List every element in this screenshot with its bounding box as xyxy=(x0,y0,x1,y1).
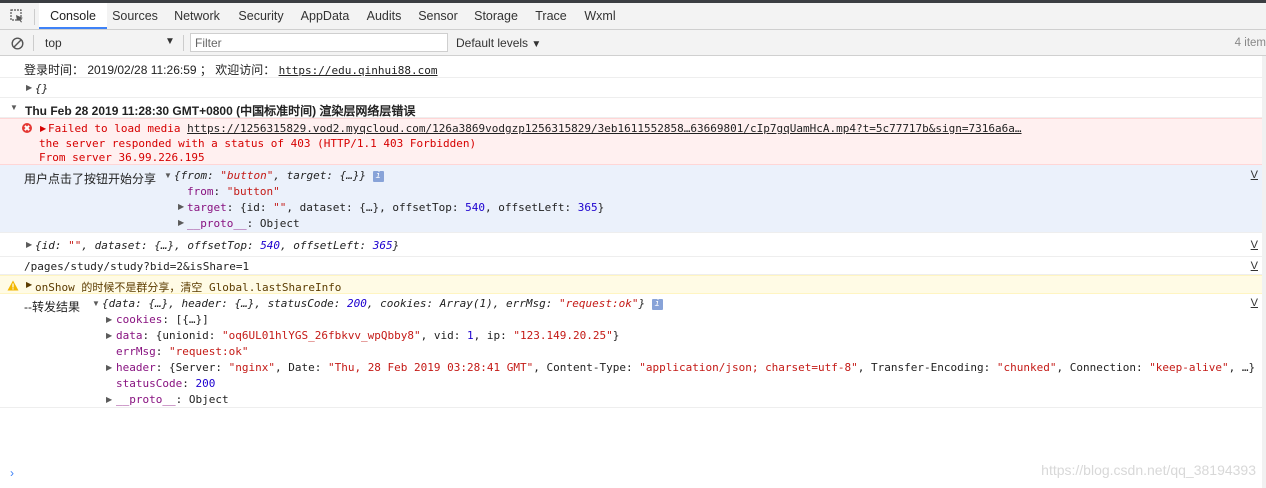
source-link[interactable]: V xyxy=(1251,239,1258,251)
site-link[interactable]: https://edu.qinhui88.com xyxy=(279,64,438,77)
prop-proto[interactable]: __proto__: Object xyxy=(116,393,229,406)
prop-errmsg: errMsg: "request:ok" xyxy=(116,345,249,358)
prop-target[interactable]: target: {id: "", dataset: {…}, offsetTop… xyxy=(187,201,604,214)
tab-separator xyxy=(34,9,35,25)
tab-wxml[interactable]: Wxml xyxy=(579,3,621,29)
expand-triangle-icon[interactable]: ▶ xyxy=(178,218,184,227)
tab-appdata[interactable]: AppData xyxy=(296,3,354,29)
collapse-triangle-icon[interactable]: ▼ xyxy=(92,299,100,308)
expand-triangle-icon[interactable]: ▶ xyxy=(26,83,32,92)
error-line-1: Failed to load media https://1256315829.… xyxy=(48,122,1022,135)
expand-triangle-icon[interactable]: ▶ xyxy=(178,202,184,211)
log-levels-label: Default levels xyxy=(456,36,529,50)
empty-object[interactable]: {} xyxy=(35,82,48,95)
share-event-object[interactable]: {from: "button", target: {…}} i xyxy=(174,169,384,182)
dropdown-arrow-icon: ▼ xyxy=(165,36,175,47)
log-message: /pages/study/study?bid=2&isShare=1 V xyxy=(0,257,1262,275)
console-messages: 登录时间： 2019/02/28 11:26:59 ； 欢迎访问： https:… xyxy=(0,56,1266,488)
console-prompt[interactable]: › xyxy=(10,466,14,480)
context-value: top xyxy=(45,36,62,50)
tab-console[interactable]: Console xyxy=(39,3,107,29)
context-selector[interactable]: top ▼ xyxy=(38,30,178,55)
log-message: ▶ {id: "", dataset: {…}, offsetTop: 540,… xyxy=(0,233,1262,257)
toolbar-separator xyxy=(183,35,184,51)
collapse-triangle-icon[interactable]: ▼ xyxy=(164,171,172,180)
toolbar-separator xyxy=(33,35,34,51)
page-path: /pages/study/study?bid=2&isShare=1 xyxy=(24,260,250,273)
prop-statuscode: statusCode: 200 xyxy=(116,377,216,390)
tab-sources[interactable]: Sources xyxy=(108,3,162,29)
clear-console-icon[interactable] xyxy=(11,37,24,50)
expand-triangle-icon[interactable]: ▶ xyxy=(40,124,46,133)
log-levels-dropdown[interactable]: Default levels ▼ xyxy=(456,36,541,50)
login-text: 登录时间： 2019/02/28 11:26:59 ； 欢迎访问： xyxy=(24,63,279,77)
expand-triangle-icon[interactable]: ▶ xyxy=(106,363,112,372)
expand-triangle-icon[interactable]: ▶ xyxy=(106,395,112,404)
log-message: 用户点击了按钮开始分享 ▼ {from: "button", target: {… xyxy=(0,165,1262,233)
forward-label: --转发结果 xyxy=(24,300,80,314)
tab-trace[interactable]: Trace xyxy=(531,3,571,29)
log-message: 登录时间： 2019/02/28 11:26:59 ； 欢迎访问： https:… xyxy=(0,56,1262,78)
error-line-3: From server 36.99.226.195 xyxy=(39,151,205,164)
expand-triangle-icon[interactable]: ▶ xyxy=(26,240,32,249)
log-message: --转发结果 ▼ {data: {…}, header: {…}, status… xyxy=(0,294,1262,408)
info-icon: i xyxy=(651,298,663,310)
error-prefix: Failed to load media xyxy=(48,122,188,135)
watermark: https://blog.csdn.net/qq_38194393 xyxy=(1041,462,1256,478)
dropdown-arrow-icon: ▼ xyxy=(531,39,542,50)
prop-cookies[interactable]: cookies: [{…}] xyxy=(116,313,209,326)
tab-security[interactable]: Security xyxy=(234,3,288,29)
expand-triangle-icon[interactable]: ▶ xyxy=(106,331,112,340)
error-line-2: the server responded with a status of 40… xyxy=(39,137,477,150)
share-click-label: 用户点击了按钮开始分享 xyxy=(24,172,157,186)
error-message: ▶ Failed to load media https://125631582… xyxy=(0,118,1262,165)
console-scrollbar[interactable] xyxy=(1262,56,1266,488)
target-object[interactable]: {id: "", dataset: {…}, offsetTop: 540, o… xyxy=(35,239,399,252)
log-message: ▶ {} xyxy=(0,78,1262,98)
prop-from: from: "button" xyxy=(187,185,280,198)
tab-sensor[interactable]: Sensor xyxy=(414,3,462,29)
group-title: Thu Feb 28 2019 11:28:30 GMT+0800 (中国标准时… xyxy=(25,104,416,118)
prop-data[interactable]: data: {unionid: "oq6UL01hlYGS_26fbkvv_wp… xyxy=(116,329,619,342)
login-log-line: 登录时间： 2019/02/28 11:26:59 ； 欢迎访问： https:… xyxy=(24,61,438,78)
inspect-element-icon[interactable] xyxy=(10,9,24,23)
expand-triangle-icon[interactable]: ▶ xyxy=(26,280,32,289)
error-icon xyxy=(22,123,32,133)
source-link[interactable]: V xyxy=(1251,260,1258,272)
forward-object[interactable]: {data: {…}, header: {…}, statusCode: 200… xyxy=(102,297,663,310)
console-toolbar: top ▼ Default levels ▼ 4 item xyxy=(0,30,1266,56)
info-icon: i xyxy=(372,170,384,182)
warning-icon xyxy=(7,280,19,291)
error-url-link[interactable]: https://1256315829.vod2.myqcloud.com/126… xyxy=(187,122,1021,135)
expand-triangle-icon[interactable]: ▶ xyxy=(106,315,112,324)
message-count: 4 item xyxy=(1234,37,1266,49)
collapse-triangle-icon[interactable]: ▼ xyxy=(10,103,18,112)
log-group-header[interactable]: ▼ Thu Feb 28 2019 11:28:30 GMT+0800 (中国标… xyxy=(0,98,1262,118)
tab-storage[interactable]: Storage xyxy=(469,3,523,29)
warning-message: ▶ onShow 的时候不是群分享，清空 Global.lastShareInf… xyxy=(0,275,1262,294)
source-link[interactable]: V xyxy=(1251,169,1258,181)
tab-network[interactable]: Network xyxy=(169,3,225,29)
source-link[interactable]: V xyxy=(1251,297,1258,309)
tab-audits[interactable]: Audits xyxy=(362,3,406,29)
prop-header[interactable]: header: {Server: "nginx", Date: "Thu, 28… xyxy=(116,361,1255,374)
prop-proto[interactable]: __proto__: Object xyxy=(187,217,300,230)
devtools-tab-bar: Console Sources Network Security AppData… xyxy=(0,3,1266,30)
warning-text: onShow 的时候不是群分享，清空 Global.lastShareInfo xyxy=(35,281,342,294)
filter-input[interactable] xyxy=(190,33,448,52)
